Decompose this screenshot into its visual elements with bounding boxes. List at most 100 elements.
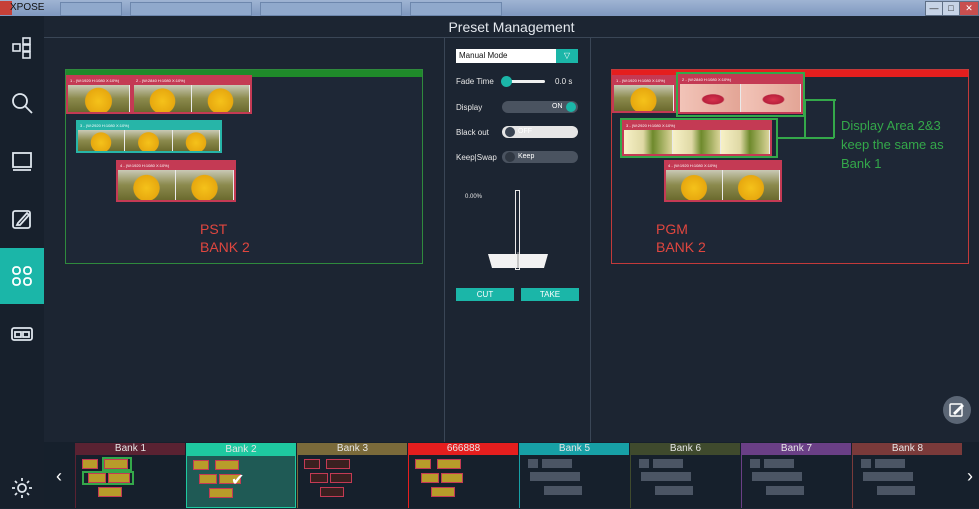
pgm-note-line1: PGM (656, 221, 688, 237)
pst-note-line1: PST (200, 221, 228, 237)
layer-label: 1 - (W:1920 H:1080 X:10%) (614, 77, 674, 85)
bank-tile-5[interactable]: Bank 5 (519, 443, 629, 508)
annotation-line: Bank 1 (841, 156, 882, 171)
maximize-button[interactable]: □ (942, 1, 960, 16)
taskbar-tab[interactable] (260, 2, 402, 16)
bank-empty-slot (877, 486, 915, 495)
monitor-icon[interactable] (6, 145, 38, 177)
minimize-button[interactable]: — (925, 1, 943, 16)
bank-preview (853, 455, 962, 508)
bank-empty-slot (766, 486, 804, 495)
bank-label: Bank 1 (76, 443, 185, 455)
keepswap-label: Keep|Swap (456, 153, 497, 162)
keepswap-toggle[interactable]: Keep (502, 151, 578, 163)
bank-highlight (102, 457, 132, 471)
bank-empty-slot (641, 472, 691, 481)
pst-layer-2[interactable]: 2 - (W:2840 H:1080 X:10%) (132, 75, 252, 114)
pgm-layer-4[interactable]: 4 - (W:1920 H:1080 X:10%) (664, 160, 782, 202)
bank-layer-thumb (437, 459, 461, 469)
layer-label: 2 - (W:2840 H:1080 X:10%) (134, 77, 250, 85)
bank-tile-8[interactable]: Bank 8 (852, 443, 962, 508)
bank-layer-thumb (441, 473, 463, 483)
bank-empty-slot (528, 459, 538, 468)
bank-tile-7[interactable]: Bank 7 (741, 443, 851, 508)
bank-label: Bank 6 (631, 443, 740, 455)
bank-empty-slot (752, 472, 802, 481)
chevron-left-icon[interactable]: ‹ (56, 466, 62, 487)
pgm-note-line2: BANK 2 (656, 239, 706, 255)
bank-label: 666888 (409, 443, 518, 455)
selected-check-icon: ✔ (231, 472, 245, 489)
bank-tile-3[interactable]: Bank 3 (297, 443, 407, 508)
bank-layer-thumb (431, 487, 455, 497)
edit-icon[interactable] (6, 203, 38, 235)
bank-label: Bank 2 (187, 444, 295, 456)
keepswap-toggle-value: Keep (518, 153, 535, 160)
preset-grid-icon[interactable] (6, 260, 38, 292)
layer-label: 1 - (W:1920 H:1080 X:10%) (68, 77, 130, 85)
bank-layer-thumb (330, 473, 352, 483)
bank-label: Bank 3 (298, 443, 407, 455)
panel-divider (444, 37, 445, 442)
toggle-knob (566, 102, 576, 112)
annotation-text: Display Area 2&3 keep the same as Bank 1 (841, 116, 944, 173)
bank-layer-thumb (326, 459, 350, 469)
app-name: XPOSE (10, 2, 45, 13)
bank-tile-1[interactable]: Bank 1 (75, 443, 185, 508)
bank-layer-thumb (304, 459, 320, 469)
annotation-line: keep the same as (841, 137, 944, 152)
bank-empty-slot (750, 459, 760, 468)
bank-layer-thumb (199, 474, 217, 484)
close-button[interactable]: ✕ (959, 1, 979, 16)
bank-label: Bank 7 (742, 443, 851, 455)
panel-divider (590, 37, 591, 442)
tbar-handle[interactable] (488, 252, 548, 268)
display-label: Display (456, 103, 483, 112)
bank-layer-thumb (310, 473, 328, 483)
chevron-right-icon[interactable]: › (967, 466, 973, 487)
taskbar-tab[interactable] (60, 2, 122, 16)
bank-tile-4[interactable]: 666888 (408, 443, 518, 508)
search-icon[interactable] (6, 87, 38, 119)
bank-layer-thumb (82, 459, 98, 469)
bank-empty-slot (655, 486, 693, 495)
edit-preset-button[interactable] (943, 396, 971, 424)
blackout-toggle[interactable]: OFF (502, 126, 578, 138)
header-divider (44, 37, 979, 38)
annotation-connector (778, 99, 836, 139)
taskbar-tab[interactable] (130, 2, 252, 16)
output-icon[interactable] (6, 318, 38, 350)
pst-layer-3[interactable]: 3 - (W:2920 H:1080 X:10%) (76, 120, 222, 153)
bank-label: Bank 5 (520, 443, 629, 455)
pst-layer-1[interactable]: 1 - (W:1920 H:1080 X:10%) (66, 75, 132, 114)
chevron-down-icon[interactable]: ▽ (556, 49, 578, 63)
tbar-percent: 0.00% (465, 194, 483, 200)
cut-button[interactable]: CUT (456, 288, 514, 301)
fade-time-value: 0.0 s (555, 77, 573, 86)
bank-empty-slot (542, 459, 572, 468)
bank-layer-thumb (421, 473, 439, 483)
settings-icon[interactable] (6, 472, 38, 504)
toggle-knob (505, 127, 515, 137)
bank-empty-slot (653, 459, 683, 468)
bank-layer-thumb (98, 487, 122, 497)
layout-icon[interactable] (6, 32, 38, 64)
bank-layer-thumb (215, 460, 239, 470)
fade-time-slider-handle[interactable] (501, 76, 512, 87)
pst-layer-4[interactable]: 4 - (W:1920 H:1080 X:10%) (116, 160, 236, 202)
bank-highlight (82, 471, 134, 485)
pencil-icon (949, 403, 964, 417)
bank-empty-slot (875, 459, 905, 468)
bank-empty-slot (861, 459, 871, 468)
bank-tile-6[interactable]: Bank 6 (630, 443, 740, 508)
bank-empty-slot (544, 486, 582, 495)
layer-label: 4 - (W:1920 H:1080 X:10%) (666, 162, 780, 170)
layer-label: 3 - (W:2920 H:1080 X:10%) (78, 122, 220, 130)
pgm-layer-1[interactable]: 1 - (W:1920 H:1080 X:10%) (612, 75, 676, 113)
display-toggle[interactable]: ON (502, 101, 578, 113)
bank-tile-2[interactable]: Bank 2 ✔ (186, 443, 296, 508)
bank-empty-slot (639, 459, 649, 468)
taskbar-tab[interactable] (410, 2, 502, 16)
take-button[interactable]: TAKE (521, 288, 579, 301)
bank-preview (742, 455, 851, 508)
